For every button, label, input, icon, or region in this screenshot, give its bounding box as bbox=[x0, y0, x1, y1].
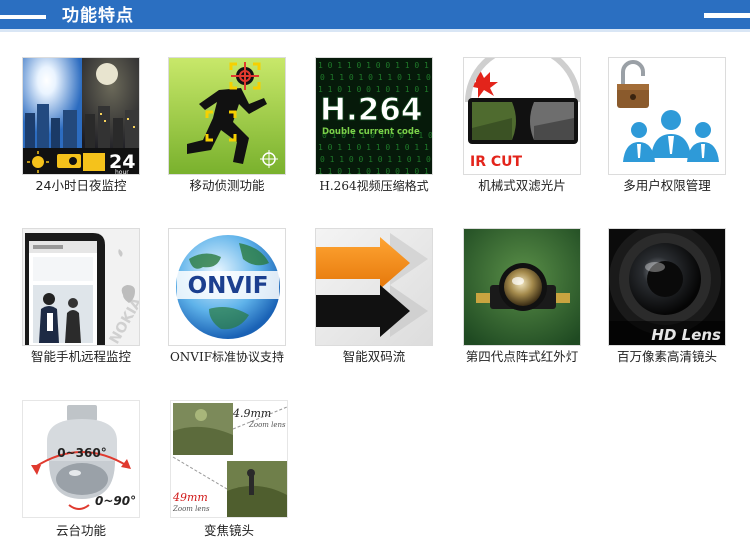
feature-tile-day-night[interactable]: 24 hour bbox=[22, 57, 140, 175]
feature-label: 机械式双滤光片 bbox=[478, 178, 566, 193]
ptz-rotation-icon: 0~360° 0~90° bbox=[23, 401, 139, 517]
section-header: 功能特点 bbox=[0, 0, 750, 32]
feature-tile-motion-detection[interactable] bbox=[168, 57, 286, 175]
feature-tile-multi-user[interactable] bbox=[608, 57, 726, 175]
header-decor-right bbox=[704, 13, 750, 18]
h264-icon: 1 0 1 1 0 1 0 0 1 1 0 1 0 1 1 0 1 0 1 1 … bbox=[316, 58, 432, 175]
zoom-lens-icon: 4.9mm Zoom lens 49mm Zoom lens bbox=[171, 401, 287, 517]
multi-user-lock-icon bbox=[609, 58, 725, 174]
day-night-icon: 24 hour bbox=[23, 58, 139, 175]
svg-text:IR CUT: IR CUT bbox=[470, 154, 523, 170]
svg-text:ONVIF: ONVIF bbox=[188, 273, 269, 299]
smartphone-icon: NOKIA bbox=[23, 229, 139, 345]
feature-label: 百万像素高清镜头 bbox=[616, 349, 717, 364]
feature-tile-ir-led[interactable] bbox=[463, 228, 581, 346]
ir-led-icon bbox=[464, 229, 580, 345]
feature-tile-hd-lens[interactable]: HD Lens bbox=[608, 228, 726, 346]
feature-label: H.264视频压缩格式 bbox=[319, 179, 429, 193]
feature-tile-ir-cut[interactable]: IR CUT bbox=[463, 57, 581, 175]
onvif-globe-icon: ONVIF bbox=[169, 229, 285, 345]
svg-text:Double current code: Double current code bbox=[322, 127, 420, 137]
svg-text:1 0 1 1 0 1 1 0 1 0 1 1: 1 0 1 1 0 1 1 0 1 0 1 1 bbox=[318, 143, 429, 152]
feature-label: 24小时日夜监控 bbox=[35, 178, 127, 193]
ir-cut-icon: IR CUT bbox=[464, 58, 580, 174]
feature-tile-dual-stream[interactable] bbox=[315, 228, 433, 346]
svg-text:hour: hour bbox=[115, 169, 129, 175]
svg-text:0~90°: 0~90° bbox=[95, 494, 136, 508]
svg-text:4.9mm: 4.9mm bbox=[232, 407, 271, 420]
feature-tile-onvif[interactable]: ONVIF bbox=[168, 228, 286, 346]
svg-text:Zoom lens: Zoom lens bbox=[248, 421, 286, 429]
feature-label: ONVIF标准协议支持 bbox=[169, 350, 285, 364]
svg-text:HD Lens: HD Lens bbox=[651, 326, 721, 344]
svg-text:H.264: H.264 bbox=[320, 92, 422, 128]
feature-label: 多用户权限管理 bbox=[623, 178, 711, 193]
feature-label: 云台功能 bbox=[55, 523, 106, 538]
feature-tile-h264[interactable]: 1 0 1 1 0 1 0 0 1 1 0 1 0 1 1 0 1 0 1 1 … bbox=[315, 57, 433, 175]
header-decor-left bbox=[0, 15, 46, 19]
hd-lens-icon: HD Lens bbox=[609, 229, 725, 345]
svg-text:Zoom lens: Zoom lens bbox=[172, 505, 210, 513]
feature-label: 智能双码流 bbox=[342, 349, 406, 364]
motion-detection-icon bbox=[169, 58, 285, 174]
feature-label: 变焦镜头 bbox=[203, 523, 254, 538]
section-title: 功能特点 bbox=[62, 6, 134, 26]
feature-tile-zoom-lens[interactable]: 4.9mm Zoom lens 49mm Zoom lens bbox=[170, 400, 288, 518]
feature-label: 第四代点阵式红外灯 bbox=[465, 349, 579, 364]
feature-label: 移动侦测功能 bbox=[189, 178, 265, 193]
svg-text:1 0 1 1 0 1 0 0 1 1 0 1: 1 0 1 1 0 1 0 0 1 1 0 1 bbox=[318, 61, 429, 70]
svg-text:1 1 0 1 1 0 1 0 0 1 0 1: 1 1 0 1 1 0 1 0 0 1 0 1 bbox=[318, 167, 429, 175]
svg-text:0 1 1 0 0 1 0 1 1 0 1 0: 0 1 1 0 0 1 0 1 1 0 1 0 bbox=[320, 155, 431, 164]
svg-text:0~360°: 0~360° bbox=[57, 446, 106, 460]
feature-tile-ptz[interactable]: 0~360° 0~90° bbox=[22, 400, 140, 518]
feature-tile-smartphone[interactable]: NOKIA bbox=[22, 228, 140, 346]
dual-stream-arrows-icon bbox=[316, 229, 432, 345]
svg-text:0 1 1 0 1 0 1 1 0 1 1 0: 0 1 1 0 1 0 1 1 0 1 1 0 bbox=[320, 73, 431, 82]
feature-label: 智能手机远程监控 bbox=[30, 349, 131, 364]
svg-text:49mm: 49mm bbox=[172, 491, 208, 504]
